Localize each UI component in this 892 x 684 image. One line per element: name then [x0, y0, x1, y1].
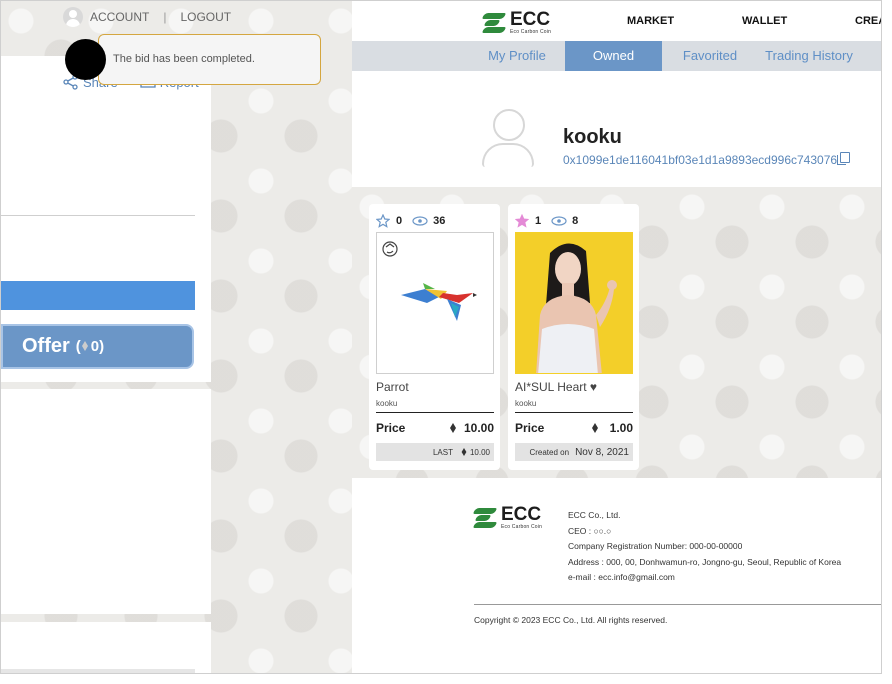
footer-divider — [474, 604, 881, 605]
nft-name[interactable]: Parrot — [376, 380, 409, 394]
company-ceo: CEO : ○○.○ — [568, 525, 612, 536]
nft-stats: 1 8 — [515, 214, 578, 228]
star-filled-icon[interactable] — [515, 214, 529, 228]
ecc-logo-icon — [473, 506, 498, 530]
owned-gallery: 0 36 Parrot kooku Price 10.00 LAST 10.00… — [352, 187, 881, 478]
footer-logo-subtext: Eco Carbon Coin — [501, 524, 543, 530]
nft-footer: Created on Nov 8, 2021 — [515, 443, 633, 461]
price-label: Price — [515, 421, 545, 435]
eth-icon — [81, 341, 88, 351]
site-footer: ECC Eco Carbon Coin ECC Co., Ltd. CEO : … — [352, 478, 881, 673]
last-value: 10.00 — [469, 447, 490, 457]
price-value: 10.00 — [463, 421, 494, 435]
copy-icon[interactable] — [837, 152, 850, 165]
price-label: Price — [376, 421, 406, 435]
price-value-group: 1.00 — [591, 421, 633, 435]
eth-icon — [461, 448, 467, 456]
buy-button[interactable] — [1, 281, 195, 310]
favorite-count: 0 — [396, 215, 403, 227]
user-avatar-icon[interactable] — [63, 7, 83, 27]
account-links: ACCOUNT | LOGOUT — [63, 7, 231, 27]
profile-username: kooku — [563, 126, 622, 148]
nav-wallet[interactable]: WALLET — [742, 15, 787, 27]
nft-owner[interactable]: kooku — [376, 399, 494, 413]
logo-text: ECC — [510, 9, 551, 30]
company-info: ECC Co., Ltd. CEO : ○○.○ Company Registr… — [568, 508, 841, 586]
left-pane: ACCOUNT | LOGOUT Share — [1, 1, 338, 673]
nft-owner[interactable]: kooku — [515, 399, 633, 413]
created-label: Created on — [529, 447, 570, 457]
nav-market[interactable]: MARKET — [627, 15, 674, 27]
eth-icon — [449, 423, 456, 433]
view-count: 36 — [433, 215, 446, 227]
footer-logo-text: ECC — [501, 504, 542, 525]
star-icon[interactable] — [376, 214, 390, 228]
tab-my-profile[interactable]: My Profile — [472, 41, 562, 71]
price-value: 1.00 — [609, 421, 633, 435]
tab-owned[interactable]: Owned — [565, 41, 662, 71]
logo-subtext: Eco Carbon Coin — [510, 29, 552, 35]
nft-card[interactable]: 0 36 Parrot kooku Price 10.00 LAST 10.00 — [369, 204, 500, 470]
nft-image-aisul[interactable] — [515, 232, 633, 374]
created-date: Nov 8, 2021 — [575, 446, 629, 458]
nft-price-row: Price 10.00 — [376, 421, 494, 435]
profile-page: ECC Eco Carbon Coin MARKET WALLET CREATE… — [352, 1, 881, 673]
portrait-image — [516, 233, 632, 373]
eye-icon — [412, 216, 428, 226]
company-address: Address : 000, 00, Donhwamun-ro, Jongno-… — [568, 556, 842, 567]
footer-logo: ECC Eco Carbon Coin — [473, 504, 543, 530]
nft-name[interactable]: AI*SUL Heart ♥ — [515, 380, 597, 394]
account-bar: ACCOUNT | LOGOUT — [1, 1, 338, 35]
divider — [1, 215, 195, 216]
tab-favorited[interactable]: Favorited — [664, 41, 756, 71]
parrot-image — [382, 241, 477, 321]
copyright: Copyright © 2023 ECC Co., Ltd. All right… — [474, 615, 668, 625]
nft-card[interactable]: 1 8 AI*SUL Heart ♥ kooku Price 1.00 Crea… — [508, 204, 639, 470]
browser-viewport: ACCOUNT | LOGOUT Share — [0, 0, 882, 674]
tab-trading-history[interactable]: Trading History — [759, 41, 859, 71]
ecc-logo-icon — [482, 11, 507, 35]
company-email: e-mail : ecc.info@gmail.com — [568, 572, 675, 582]
last-label: LAST — [432, 447, 453, 457]
offer-count: 0 — [90, 338, 100, 355]
offer-button[interactable]: Offer (0) — [1, 324, 194, 369]
company-registration: Company Registration Number: 000-00-0000… — [568, 541, 743, 551]
eth-icon — [591, 423, 598, 433]
wallet-address: 0x1099e1de116041bf03e1d1a9893ecd996c7430… — [563, 153, 838, 167]
offer-label: Offer — [22, 335, 70, 357]
eye-icon — [551, 216, 567, 226]
history-header — [1, 669, 195, 673]
view-count: 8 — [572, 215, 579, 227]
price-value-group: 10.00 — [449, 421, 494, 435]
profile-avatar — [480, 107, 535, 167]
account-link[interactable]: ACCOUNT — [90, 10, 149, 24]
toast-indicator — [65, 39, 106, 80]
nft-price-row: Price 1.00 — [515, 421, 633, 435]
toast-message: The bid has been completed. — [113, 53, 255, 65]
company-name: ECC Co., Ltd. — [568, 510, 621, 520]
separator: | — [163, 10, 167, 24]
item-history-card — [1, 622, 211, 673]
nav-create[interactable]: CREATE — [855, 15, 881, 27]
header-logo[interactable]: ECC Eco Carbon Coin — [482, 9, 552, 35]
nft-image-parrot[interactable] — [376, 232, 494, 374]
logout-link[interactable]: LOGOUT — [180, 10, 231, 24]
offer-count-wrapper: (0) — [75, 338, 105, 355]
nft-footer: LAST 10.00 — [376, 443, 494, 461]
toast-notification: The bid has been completed. — [98, 34, 321, 85]
item-info-card — [1, 389, 211, 614]
profile-tabs: My Profile Owned Favorited Trading Histo… — [352, 41, 881, 71]
favorite-count: 1 — [535, 215, 542, 227]
nft-stats: 0 36 — [376, 214, 445, 228]
top-navigation: ECC Eco Carbon Coin MARKET WALLET CREATE — [352, 1, 881, 41]
